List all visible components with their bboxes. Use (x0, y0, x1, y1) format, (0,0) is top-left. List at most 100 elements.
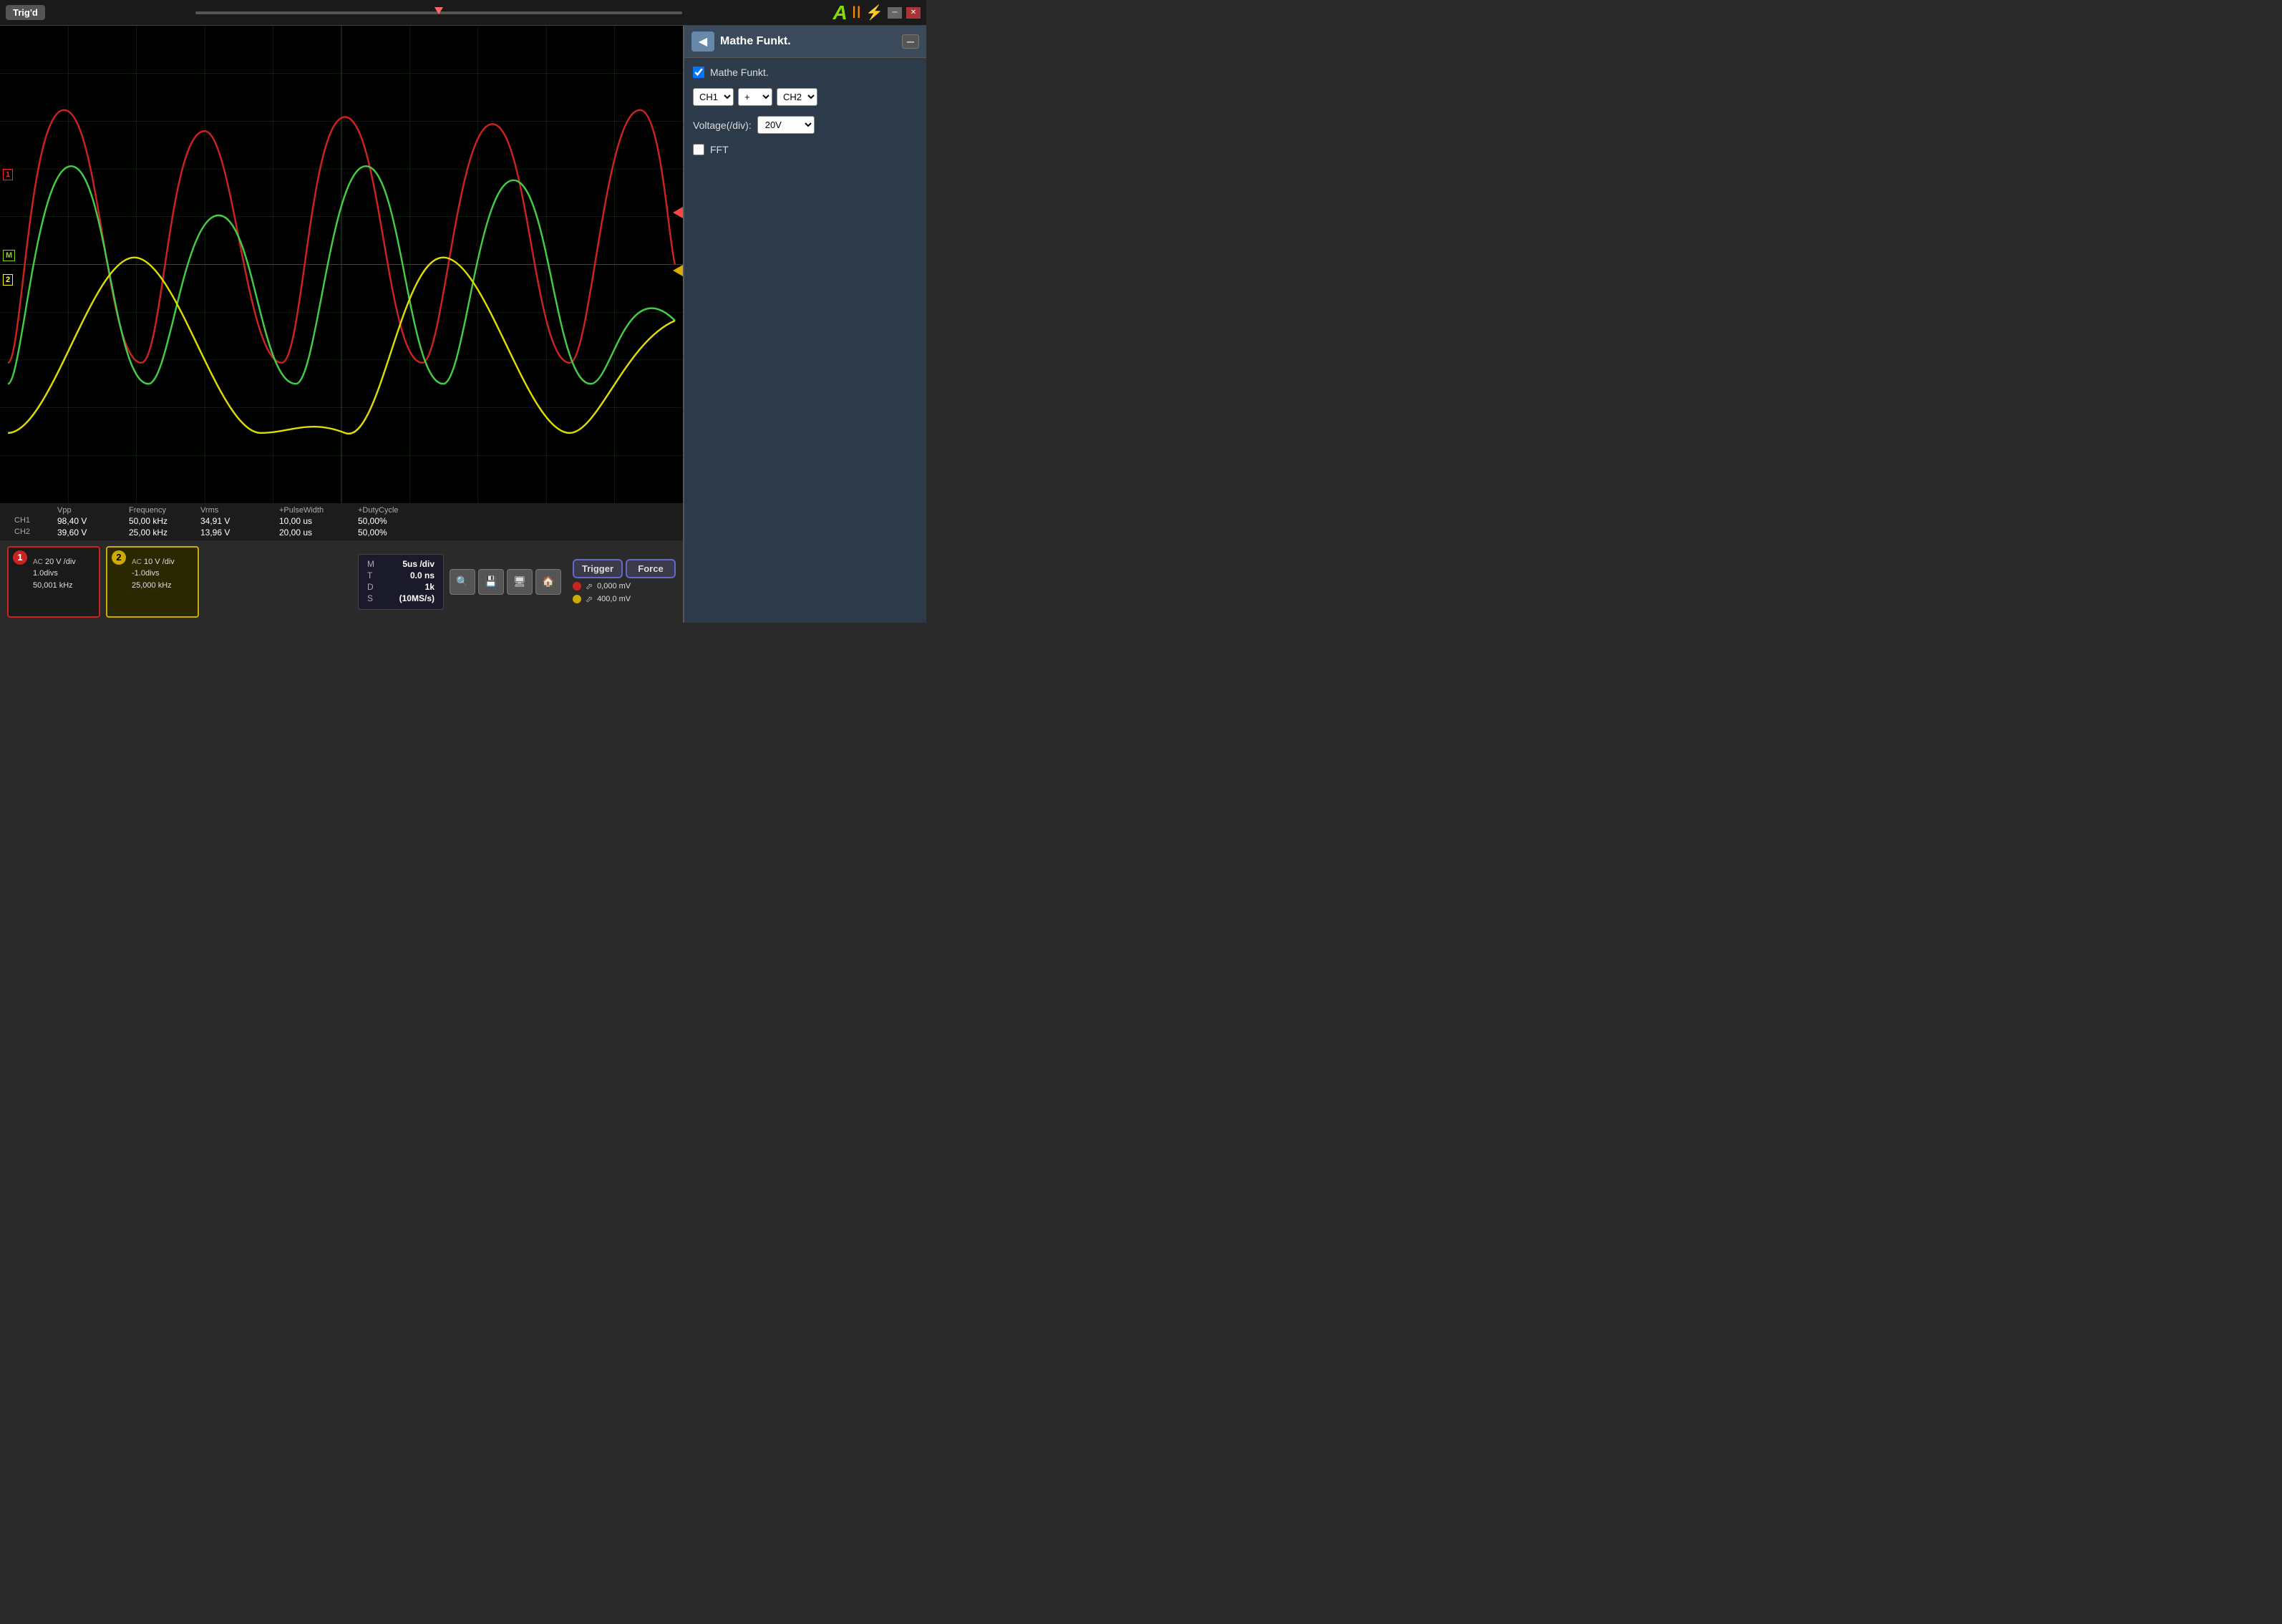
panel-body: Mathe Funkt. CH1 + - × ÷ CH2 Volta (684, 58, 926, 623)
bottom-icons-row: 🔍 💾 🖥 🏠 (450, 569, 561, 595)
ch2-freq: 25,000 kHz (132, 580, 192, 592)
ch2-formula-select[interactable]: CH2 (777, 88, 817, 106)
meas-header-vrms: Vrms (200, 506, 279, 515)
panel-title: Mathe Funkt. (720, 35, 896, 48)
meas-ch1-dc: 50,00% (358, 516, 422, 526)
trigger-position-marker (434, 7, 443, 14)
close-button[interactable]: ✕ (906, 7, 921, 19)
timebase-d-key: D (367, 582, 374, 592)
zoom-button[interactable]: 🔍 (450, 569, 475, 595)
trigger-line (195, 11, 682, 14)
trigger-force-row: Trigger Force (573, 559, 676, 578)
meas-ch1-vrms: 34,91 V (200, 516, 279, 526)
ch1-box-content: AC 20 V /div 1.0divs 50,001 kHz (33, 556, 93, 592)
ch1-volts-div: 20 V /div (45, 558, 76, 566)
pause-icon: II (852, 4, 861, 21)
ch1-trigger-value: 0,000 mV (597, 582, 631, 590)
export-button[interactable]: 🖥 (507, 569, 533, 595)
channel-a-indicator: A (833, 3, 848, 23)
ch2-trigger-arrow (673, 265, 683, 276)
top-right-controls: A II ⚡ ─ ✕ (833, 3, 921, 23)
ch2-volts-div: 10 V /div (144, 558, 175, 566)
scope-area: 1 M 2 Vpp Frequency Vrms +PulseWidth +Du… (0, 26, 683, 623)
mathe-funkt-checkbox[interactable] (693, 67, 704, 78)
ch2-number-badge: 2 (112, 550, 126, 565)
ch2-coupling: AC (132, 558, 142, 566)
ch2-trigger-value: 400,0 mV (597, 595, 631, 603)
voltage-row: Voltage(/div): 20V 10V 5V 2V 1V (693, 116, 918, 134)
ch1-trigger-arrow (673, 207, 683, 218)
mathe-funkt-label[interactable]: Mathe Funkt. (710, 67, 769, 78)
save-button[interactable]: 💾 (478, 569, 504, 595)
force-button[interactable]: Force (626, 559, 676, 578)
ch1-number-badge: 1 (13, 550, 27, 565)
timebase-d-val: 1k (425, 582, 434, 592)
meas-header-dc: +DutyCycle (358, 506, 422, 515)
math-label: M (3, 250, 15, 261)
ch1-formula-select[interactable]: CH1 (693, 88, 734, 106)
ch2-divs: -1.0divs (132, 568, 192, 580)
timebase-box: M 5us /div T 0.0 ns D 1k S (10MS/s) (358, 554, 444, 610)
trigger-button[interactable]: Trigger (573, 559, 623, 578)
lightning-icon: ⚡ (865, 4, 883, 21)
ch2-trig-arrow-icon: ⬀ (586, 594, 593, 604)
timebase-s-row: S (10MS/s) (367, 593, 434, 603)
meas-ch2-freq: 25,00 kHz (129, 527, 200, 538)
timebase-m-row: M 5us /div (367, 559, 434, 569)
fft-label[interactable]: FFT (710, 144, 729, 155)
panel-back-button[interactable]: ◀ (691, 31, 714, 52)
top-bar: Trig'd A II ⚡ ─ ✕ (0, 0, 926, 26)
timebase-t-key: T (367, 570, 372, 580)
measurements-table: Vpp Frequency Vrms +PulseWidth +DutyCycl… (14, 506, 669, 538)
timebase-m-key: M (367, 559, 374, 569)
voltage-select[interactable]: 20V 10V 5V 2V 1V (757, 116, 815, 134)
meas-ch1-freq: 50,00 kHz (129, 516, 200, 526)
meas-ch1-pw: 10,00 us (279, 516, 358, 526)
meas-header-vpp: Vpp (57, 506, 129, 515)
trig-badge: Trig'd (6, 5, 45, 20)
fft-row: FFT (693, 144, 918, 155)
scope-canvas: 1 M 2 (0, 26, 683, 503)
mathe-funkt-checkbox-row: Mathe Funkt. (693, 67, 918, 78)
meas-header-freq: Frequency (129, 506, 200, 515)
panel-header: ◀ Mathe Funkt. ─ (684, 26, 926, 58)
right-panel: ◀ Mathe Funkt. ─ Mathe Funkt. CH1 + - × … (683, 26, 926, 623)
meas-ch1-vpp: 98,40 V (57, 516, 129, 526)
timebase-t-row: T 0.0 ns (367, 570, 434, 580)
meas-ch2-vpp: 39,60 V (57, 527, 129, 538)
ch1-coupling: AC (33, 558, 43, 566)
timebase-m-val: 5us /div (402, 559, 434, 569)
voltage-label: Voltage(/div): (693, 120, 752, 131)
ch1-divs: 1.0divs (33, 568, 93, 580)
timebase-d-row: D 1k (367, 582, 434, 592)
measurements-bar: Vpp Frequency Vrms +PulseWidth +DutyCycl… (0, 503, 683, 540)
trigger-section: Trigger Force ⬀ 0,000 mV ⬀ 400,0 mV (573, 559, 676, 604)
op-formula-select[interactable]: + - × ÷ (738, 88, 772, 106)
ch1-trigger-row: ⬀ 0,000 mV (573, 581, 676, 591)
ch2-box-content: AC 10 V /div -1.0divs 25,000 kHz (132, 556, 192, 592)
ch2-trigger-dot (573, 595, 581, 603)
waveform-svg (0, 26, 683, 503)
home-button[interactable]: 🏠 (535, 569, 561, 595)
fft-checkbox[interactable] (693, 144, 704, 155)
ch2-settings-box[interactable]: 2 AC 10 V /div -1.0divs 25,000 kHz (106, 546, 199, 618)
timebase-s-val: (10MS/s) (399, 593, 434, 603)
panel-minimize-button[interactable]: ─ (902, 34, 919, 49)
ch2-trigger-row: ⬀ 400,0 mV (573, 594, 676, 604)
ch1-label: 1 (3, 169, 13, 180)
meas-ch2-dc: 50,00% (358, 527, 422, 538)
bottom-bar: 1 AC 20 V /div 1.0divs 50,001 kHz 2 AC 1… (0, 540, 683, 623)
meas-ch2-label: CH2 (14, 527, 57, 538)
ch1-settings-box[interactable]: 1 AC 20 V /div 1.0divs 50,001 kHz (7, 546, 100, 618)
formula-row: CH1 + - × ÷ CH2 (693, 88, 918, 106)
ch2-label: 2 (3, 274, 13, 286)
meas-ch2-vrms: 13,96 V (200, 527, 279, 538)
minimize-button[interactable]: ─ (888, 7, 902, 19)
ch1-trigger-dot (573, 582, 581, 590)
ch1-freq: 50,001 kHz (33, 580, 93, 592)
meas-header-pw: +PulseWidth (279, 506, 358, 515)
meas-header-empty (14, 506, 57, 515)
timebase-s-key: S (367, 593, 373, 603)
timebase-t-val: 0.0 ns (410, 570, 434, 580)
meas-ch2-pw: 20,00 us (279, 527, 358, 538)
